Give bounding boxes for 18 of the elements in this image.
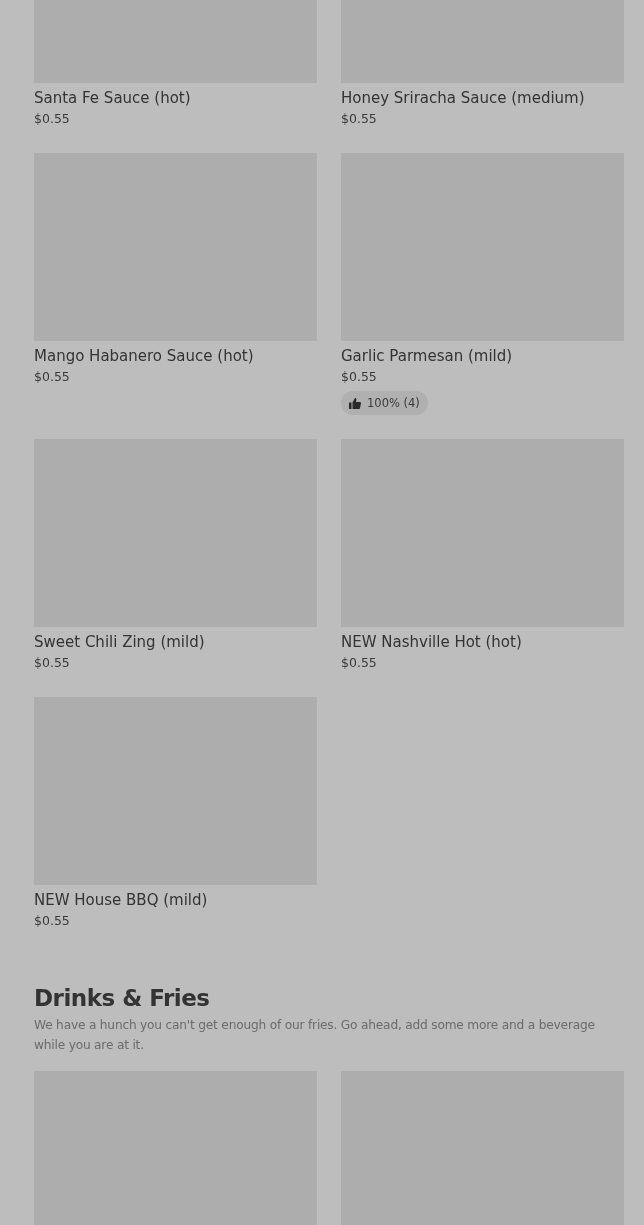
item-price: $0.55 (34, 654, 70, 672)
item-name: Garlic Parmesan (mild) (341, 346, 513, 367)
item-price: $0.55 (34, 110, 70, 128)
item-name: Mango Habanero Sauce (hot) (34, 346, 254, 367)
item-price: $0.55 (341, 110, 377, 128)
item-name: Sweet Chili Zing (mild) (34, 632, 205, 653)
item-name: Honey Sriracha Sauce (medium) (341, 88, 585, 109)
item-price: $0.55 (341, 368, 377, 386)
item-price: $0.55 (34, 368, 70, 386)
thumbs-up-icon (349, 397, 361, 409)
item-name: NEW Nashville Hot (hot) (341, 632, 522, 653)
rating-badge: 100% (4) (341, 391, 428, 415)
item-price: $0.55 (34, 912, 70, 930)
item-name: Santa Fe Sauce (hot) (34, 88, 191, 109)
section-title: Drinks & Fries (34, 984, 211, 1013)
section-description: We have a hunch you can't get enough of our fries. Go ahead, add some more and a beverage while you are at it. (34, 1017, 596, 1054)
item-name: NEW House BBQ (mild) (34, 890, 208, 911)
item-price: $0.55 (341, 654, 377, 672)
